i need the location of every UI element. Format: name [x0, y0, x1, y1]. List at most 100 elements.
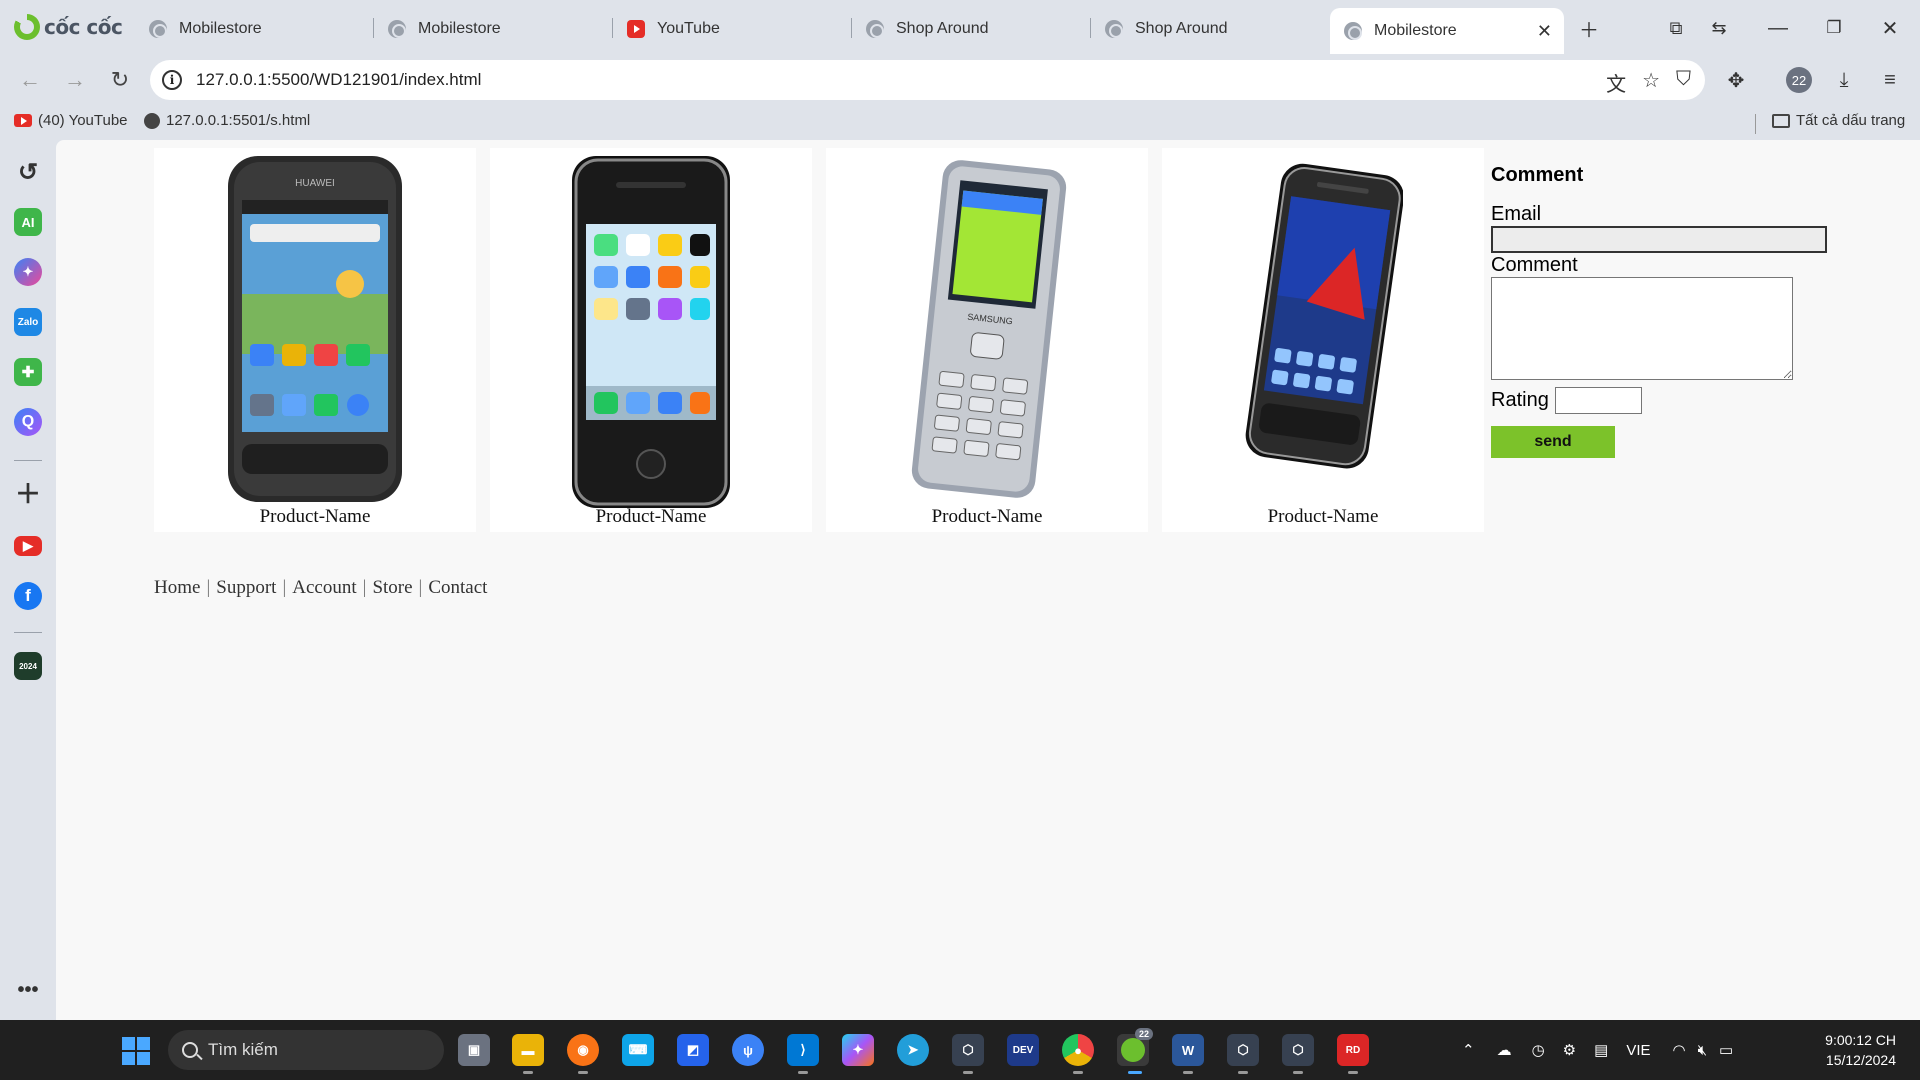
facebook-icon[interactable]: f — [14, 582, 42, 610]
bookmark-youtube[interactable]: (40) YouTube — [14, 112, 128, 129]
product-card[interactable]: SAMSUNG Product-Name — [826, 148, 1148, 532]
tab-youtube[interactable]: YouTube — [613, 8, 848, 50]
product-name[interactable]: Product-Name — [154, 506, 476, 528]
tab-shop-around-2[interactable]: Shop Around — [1091, 8, 1326, 50]
shield-icon[interactable]: ⛉ — [1676, 68, 1691, 97]
address-bar[interactable]: i 127.0.0.1:5500/WD121901/index.html 文 ☆… — [150, 60, 1705, 100]
coccoc-icon — [1121, 1038, 1145, 1062]
q-icon[interactable]: Q — [14, 408, 42, 436]
translate-icon[interactable]: 文 — [1606, 68, 1626, 97]
all-bookmarks[interactable]: Tất cả dấu trang — [1772, 112, 1905, 129]
extensions-icon[interactable]: ✥ — [1722, 66, 1750, 94]
taskbar-clock[interactable]: 9:00:12 CH 15/12/2024 — [1825, 1030, 1896, 1070]
globe-icon — [144, 112, 160, 129]
url-text[interactable]: 127.0.0.1:5500/WD121901/index.html — [196, 70, 481, 90]
task-view-icon[interactable]: ▣ — [458, 1034, 490, 1066]
tab-shop-around-1[interactable]: Shop Around — [852, 8, 1087, 50]
bookmark-local-s[interactable]: 127.0.0.1:5501/s.html — [144, 112, 310, 129]
product-name[interactable]: Product-Name — [1162, 506, 1484, 528]
comment-form-title: Comment — [1491, 164, 1584, 186]
tab-search-icon[interactable]: ⧉ — [1662, 14, 1690, 42]
browser-sidebar: ↺ AI ✦ Zalo ✚ Q ＋ ▶ f 2024 ••• — [0, 140, 56, 1020]
taskbar-search[interactable]: Tìm kiếm — [168, 1030, 444, 1070]
unity-editor-icon[interactable]: ⬡ — [1282, 1034, 1314, 1066]
plus-icon[interactable]: ＋ — [14, 478, 42, 509]
chevron-up-icon[interactable]: ⌃ — [1462, 1041, 1475, 1059]
restore-icon[interactable]: ❐ — [1820, 14, 1848, 42]
product-card[interactable]: Product-Name — [1162, 148, 1484, 532]
comment-textarea[interactable] — [1491, 277, 1793, 380]
all-bookmarks-label: Tất cả dấu trang — [1796, 112, 1906, 129]
product-image-samsung: SAMSUNG — [911, 160, 1067, 498]
vscode-icon[interactable]: ⟩ — [787, 1034, 819, 1066]
unity-hub-icon[interactable]: ⬡ — [1227, 1034, 1259, 1066]
rider-icon[interactable]: RD — [1337, 1034, 1369, 1066]
coccoc-2024-icon[interactable]: 2024 — [14, 652, 42, 680]
globe-icon — [1344, 22, 1362, 40]
ai-icon[interactable]: AI — [14, 208, 42, 236]
unity-icon[interactable]: ⬡ — [952, 1034, 984, 1066]
product-name[interactable]: Product-Name — [826, 506, 1148, 528]
windows-start-icon[interactable] — [122, 1037, 150, 1065]
back-tabs-icon[interactable]: ⇆ — [1705, 14, 1733, 42]
tab-mobilestore-active[interactable]: Mobilestore ✕ — [1330, 8, 1564, 54]
file-explorer-icon[interactable]: ▬ — [512, 1034, 544, 1066]
tray-app-icon[interactable]: ▤ — [1594, 1041, 1608, 1059]
forward-arrow-icon[interactable]: → — [61, 66, 89, 94]
history-icon[interactable]: ↺ — [14, 158, 42, 186]
reload-icon[interactable]: ↻ — [106, 66, 134, 94]
clock-app-icon[interactable]: ◷ — [1532, 1041, 1545, 1059]
bookmark-star-icon[interactable]: ☆ — [1642, 68, 1660, 97]
product-card[interactable]: Product-Name — [490, 148, 812, 532]
minimize-icon[interactable]: — — [1764, 14, 1792, 42]
tab-mobilestore-2[interactable]: Mobilestore — [374, 8, 609, 50]
photos-icon[interactable]: ◩ — [677, 1034, 709, 1066]
new-tab-icon[interactable]: ＋ — [1575, 14, 1603, 42]
zalo-icon[interactable]: Zalo — [14, 308, 42, 336]
bookmarks-divider — [1755, 114, 1756, 134]
messenger-icon[interactable]: ✦ — [14, 258, 42, 286]
chrome-icon[interactable]: ● — [1062, 1034, 1094, 1066]
youtube-icon[interactable]: ▶ — [14, 536, 42, 556]
telegram-icon[interactable]: ➤ — [897, 1034, 929, 1066]
steam-icon[interactable]: ⚙ — [1563, 1041, 1576, 1059]
footer-link-contact[interactable]: Contact — [428, 577, 487, 598]
footer-link-store[interactable]: Store — [372, 577, 412, 598]
product-card[interactable]: HUAWEI Product-Name — [154, 148, 476, 532]
onedrive-icon[interactable]: ☁ — [1497, 1041, 1512, 1059]
download-icon[interactable]: ⤓ — [1830, 66, 1858, 94]
product-name[interactable]: Product-Name — [490, 506, 812, 528]
tab-mobilestore-1[interactable]: Mobilestore — [135, 8, 370, 50]
close-tab-icon[interactable]: ✕ — [1537, 21, 1552, 42]
back-arrow-icon[interactable]: ← — [16, 66, 44, 94]
more-icon[interactable]: ••• — [14, 976, 42, 1004]
send-button[interactable]: send — [1491, 426, 1615, 458]
coccoc-logo[interactable]: cốc cốc — [14, 12, 123, 42]
volume-muted-icon[interactable]: 🔇︎ — [1698, 1042, 1707, 1059]
fork-app-icon[interactable]: ψ — [732, 1034, 764, 1066]
search-icon — [182, 1042, 198, 1058]
keyboard-app-icon[interactable]: ⌨ — [622, 1034, 654, 1066]
site-info-icon[interactable]: i — [162, 70, 182, 90]
email-field[interactable] — [1491, 226, 1827, 253]
firefox-icon[interactable]: ◉ — [567, 1034, 599, 1066]
close-window-icon[interactable]: ✕ — [1876, 14, 1904, 42]
word-icon[interactable]: W — [1172, 1034, 1204, 1066]
menu-icon[interactable]: ≡ — [1876, 66, 1904, 94]
dev-app-icon[interactable]: DEV — [1007, 1034, 1039, 1066]
footer-link-account[interactable]: Account — [292, 577, 356, 598]
game-icon[interactable]: ✚ — [14, 358, 42, 386]
coccoc-logo-icon — [14, 14, 40, 40]
coccoc-taskbar-icon[interactable]: 22 — [1117, 1028, 1153, 1066]
footer-link-support[interactable]: Support — [216, 577, 276, 598]
battery-icon[interactable]: ▭ — [1719, 1041, 1733, 1059]
rating-field[interactable] — [1554, 387, 1642, 414]
wifi-icon[interactable]: ◠ — [1673, 1041, 1686, 1059]
tab-title: Shop Around — [896, 20, 989, 37]
profile-button[interactable]: 22 — [1785, 66, 1813, 94]
language-indicator[interactable]: VIE — [1626, 1042, 1650, 1059]
copilot-icon[interactable]: ✦ — [842, 1034, 874, 1066]
clock-time: 9:00:12 CH — [1825, 1032, 1896, 1048]
footer-link-home[interactable]: Home — [154, 577, 200, 598]
app-running-indicator — [1073, 1071, 1083, 1074]
